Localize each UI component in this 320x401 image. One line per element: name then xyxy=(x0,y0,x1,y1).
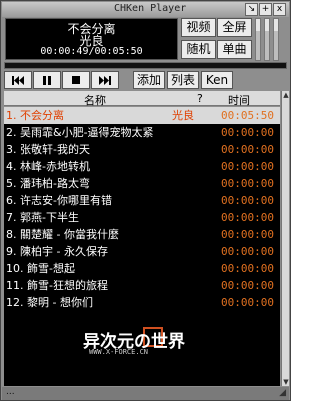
list-item[interactable]: 12. 黎明 - 想你们 00:00:00 xyxy=(4,294,280,311)
resize-grip-icon[interactable]: ◢ xyxy=(279,388,286,398)
track-artist: 光良 xyxy=(172,109,194,122)
column-name[interactable]: 名称 xyxy=(84,92,106,108)
track-time: 00:00:00 xyxy=(221,279,274,292)
list-item[interactable]: 6. 许志安-你哪里有错 00:00:00 xyxy=(4,192,280,209)
track-name: 5. 潘玮柏-路太弯 xyxy=(6,177,90,190)
playlist-button[interactable]: 列表 xyxy=(167,71,199,89)
watermark: 异次元の世界 WWW.X-FORCE.CN xyxy=(83,327,193,361)
list-item[interactable]: 10. 飾雪-想起 00:00:00 xyxy=(4,260,280,277)
pin-button[interactable]: + xyxy=(259,3,272,16)
track-name: 8. 關楚耀 - 你當我什麼 xyxy=(6,228,119,241)
track-name: 12. 黎明 - 想你们 xyxy=(6,296,93,309)
track-name: 7. 郭燕-下半生 xyxy=(6,211,79,224)
progress-bar[interactable] xyxy=(4,62,287,69)
volume-center-slider[interactable] xyxy=(264,18,270,61)
playlist-scrollbar[interactable]: ▲ ▼ xyxy=(281,91,289,386)
stop-icon xyxy=(72,76,80,84)
track-name: 11. 飾雪-狂想的旅程 xyxy=(6,279,108,292)
shrink-button[interactable]: ↘ xyxy=(245,3,258,16)
playback-time: 00:00:49/00:05:50 xyxy=(40,46,143,57)
track-time: 00:00:00 xyxy=(221,126,274,139)
list-item[interactable]: 7. 郭燕-下半生 00:00:00 xyxy=(4,209,280,226)
track-time: 00:00:00 xyxy=(221,143,274,156)
track-time: 00:00:00 xyxy=(221,245,274,258)
close-button[interactable]: x xyxy=(273,3,286,16)
track-name: 10. 飾雪-想起 xyxy=(6,262,75,275)
volume-right-slider[interactable] xyxy=(273,18,279,61)
track-name: 9. 陳柏宇 - 永久保存 xyxy=(6,245,108,258)
track-name: 2. 吴雨霏&小肥-逼得宠物太紧 xyxy=(6,126,154,139)
watermark-url: WWW.X-FORCE.CN xyxy=(89,348,149,356)
fullscreen-button[interactable]: 全屏 xyxy=(217,18,252,37)
scroll-up-icon[interactable]: ▲ xyxy=(282,91,290,99)
stop-button[interactable] xyxy=(62,71,90,89)
list-item[interactable]: 1. 不会分离 光良 00:05:50 xyxy=(4,107,280,124)
status-bar: ... ◢ xyxy=(2,387,289,400)
list-item[interactable]: 11. 飾雪-狂想的旅程 00:00:00 xyxy=(4,277,280,294)
window-title: CHKen Player xyxy=(114,3,187,14)
list-item[interactable]: 2. 吴雨霏&小肥-逼得宠物太紧 00:00:00 xyxy=(4,124,280,141)
track-time: 00:00:00 xyxy=(221,194,274,207)
list-item[interactable]: 3. 张敬轩-我的天 00:00:00 xyxy=(4,141,280,158)
pause-button[interactable] xyxy=(33,71,61,89)
shuffle-button[interactable]: 随机 xyxy=(181,40,216,59)
title-bar[interactable]: CHKen Player ↘ + x xyxy=(2,2,289,17)
track-name: 4. 林峰-赤地转机 xyxy=(6,160,90,173)
status-dots: ... xyxy=(6,387,15,397)
next-button[interactable] xyxy=(91,71,119,89)
track-time: 00:00:00 xyxy=(221,296,274,309)
video-button[interactable]: 视频 xyxy=(181,18,216,37)
pause-icon xyxy=(43,76,51,85)
list-item[interactable]: 9. 陳柏宇 - 永久保存 00:00:00 xyxy=(4,243,280,260)
list-item[interactable]: 5. 潘玮柏-路太弯 00:00:00 xyxy=(4,175,280,192)
player-window: CHKen Player ↘ + x 不会分离 光良 00:00:49/00:0… xyxy=(0,0,291,401)
repeat-one-button[interactable]: 单曲 xyxy=(217,40,252,59)
now-playing-display: 不会分离 光良 00:00:49/00:05:50 xyxy=(5,18,178,60)
track-time: 00:00:00 xyxy=(221,160,274,173)
volume-left-slider[interactable] xyxy=(255,18,261,61)
track-time: 00:00:00 xyxy=(221,211,274,224)
prev-icon xyxy=(12,76,24,85)
ken-button[interactable]: Ken xyxy=(201,71,233,89)
track-time: 00:00:00 xyxy=(221,262,274,275)
next-icon xyxy=(99,76,111,85)
track-name: 3. 张敬轩-我的天 xyxy=(6,143,90,156)
prev-button[interactable] xyxy=(4,71,32,89)
list-item[interactable]: 8. 關楚耀 - 你當我什麼 00:00:00 xyxy=(4,226,280,243)
add-button[interactable]: 添加 xyxy=(133,71,165,89)
track-time: 00:00:00 xyxy=(221,228,274,241)
column-time[interactable]: 时间 xyxy=(228,92,250,108)
scroll-down-icon[interactable]: ▼ xyxy=(282,378,290,386)
track-time: 00:00:00 xyxy=(221,177,274,190)
list-item[interactable]: 4. 林峰-赤地转机 00:00:00 xyxy=(4,158,280,175)
track-time: 00:05:50 xyxy=(221,109,274,122)
column-flag[interactable]: ? xyxy=(197,92,203,105)
track-name: 6. 许志安-你哪里有错 xyxy=(6,194,112,207)
playlist-header: 名称 ? 时间 xyxy=(4,91,280,108)
